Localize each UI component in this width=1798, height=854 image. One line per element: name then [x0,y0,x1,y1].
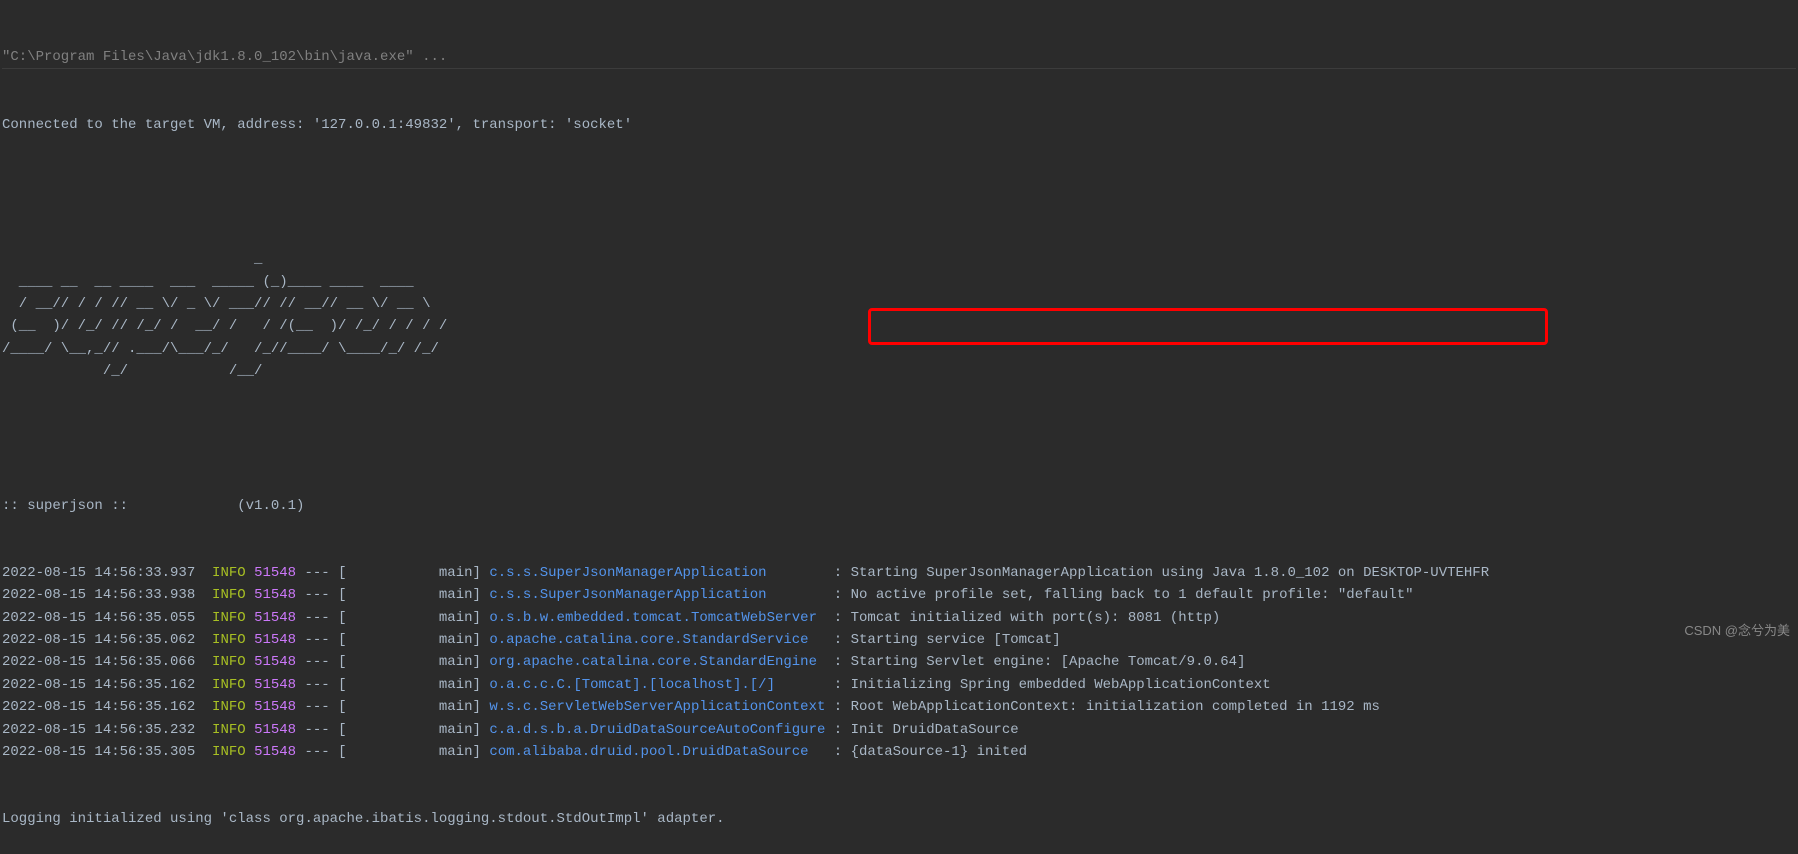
log-level: INFO [212,562,246,584]
log-pid: 51548 [254,696,296,718]
log-pid: 51548 [254,584,296,606]
log-line: 2022-08-15 14:56:33.937 INFO 51548 --- [… [2,562,1796,584]
log-timestamp: 2022-08-15 14:56:35.162 [2,674,195,696]
log-pid: 51548 [254,651,296,673]
log-level: INFO [212,584,246,606]
log-level: INFO [212,696,246,718]
log-separator: --- [ [296,719,439,741]
log-pid: 51548 [254,674,296,696]
log-timestamp: 2022-08-15 14:56:35.162 [2,696,195,718]
log-level: INFO [212,651,246,673]
log-message: Initializing Spring embedded WebApplicat… [851,674,1271,696]
log-separator: --- [ [296,607,439,629]
log-line: 2022-08-15 14:56:35.066 INFO 51548 --- [… [2,651,1796,673]
log-timestamp: 2022-08-15 14:56:35.305 [2,741,195,763]
log-line: 2022-08-15 14:56:35.162 INFO 51548 --- [… [2,696,1796,718]
log-line: 2022-08-15 14:56:35.232 INFO 51548 --- [… [2,719,1796,741]
log-pid: 51548 [254,741,296,763]
java-exe-path: "C:\Program Files\Java\jdk1.8.0_102\bin\… [2,46,1796,69]
log-separator: --- [ [296,674,439,696]
log-logger: c.a.d.s.b.a.DruidDataSourceAutoConfigure [489,719,825,741]
log-thread: main [439,741,473,763]
log-thread: main [439,607,473,629]
log-message: Starting SuperJsonManagerApplication usi… [851,562,1490,584]
log-level: INFO [212,719,246,741]
log-timestamp: 2022-08-15 14:56:33.938 [2,584,195,606]
log-message: Root WebApplicationContext: initializati… [851,696,1380,718]
log-line: 2022-08-15 14:56:35.055 INFO 51548 --- [… [2,607,1796,629]
log-line: 2022-08-15 14:56:35.305 INFO 51548 --- [… [2,741,1796,763]
log-separator: --- [ [296,584,439,606]
log-line: 2022-08-15 14:56:35.162 INFO 51548 --- [… [2,674,1796,696]
footer-line: Logging initialized using 'class org.apa… [2,808,1796,830]
log-pid: 51548 [254,562,296,584]
log-message: Starting Servlet engine: [Apache Tomcat/… [851,651,1246,673]
log-lines-container: 2022-08-15 14:56:33.937 INFO 51548 --- [… [2,562,1796,764]
log-message: No active profile set, falling back to 1… [851,584,1414,606]
log-message: {dataSource-1} inited [851,741,1027,763]
log-logger: w.s.c.ServletWebServerApplicationContext [489,696,825,718]
log-level: INFO [212,607,246,629]
log-separator: --- [ [296,562,439,584]
log-thread: main [439,674,473,696]
log-thread: main [439,562,473,584]
log-logger: org.apache.catalina.core.StandardEngine [489,651,825,673]
log-logger: com.alibaba.druid.pool.DruidDataSource [489,741,825,763]
log-timestamp: 2022-08-15 14:56:35.055 [2,607,195,629]
log-level: INFO [212,674,246,696]
log-timestamp: 2022-08-15 14:56:35.232 [2,719,195,741]
console-output[interactable]: "C:\Program Files\Java\jdk1.8.0_102\bin\… [0,0,1798,854]
log-logger: c.s.s.SuperJsonManagerApplication [489,562,825,584]
log-message: Init DruidDataSource [851,719,1019,741]
log-pid: 51548 [254,607,296,629]
log-timestamp: 2022-08-15 14:56:33.937 [2,562,195,584]
watermark: CSDN @念兮为美 [1684,621,1790,642]
vm-connection-line: Connected to the target VM, address: '12… [2,114,1796,136]
log-level: INFO [212,741,246,763]
log-thread: main [439,719,473,741]
log-line: 2022-08-15 14:56:33.938 INFO 51548 --- [… [2,584,1796,606]
blank-line [2,181,1796,203]
log-logger: o.s.b.w.embedded.tomcat.TomcatWebServer [489,607,825,629]
log-logger: o.a.c.c.C.[Tomcat].[localhost].[/] [489,674,825,696]
version-line: :: superjson :: (v1.0.1) [2,495,1796,517]
log-thread: main [439,696,473,718]
blank-line [2,427,1796,449]
log-separator: --- [ [296,696,439,718]
log-timestamp: 2022-08-15 14:56:35.066 [2,651,195,673]
ascii-banner: _ ____ __ __ ____ ___ _____ (_)____ ____… [2,248,1796,382]
log-pid: 51548 [254,719,296,741]
log-separator: --- [ [296,651,439,673]
log-separator: --- [ [296,741,439,763]
log-message: Tomcat initialized with port(s): 8081 (h… [851,607,1221,629]
log-logger: c.s.s.SuperJsonManagerApplication [489,584,825,606]
log-thread: main [439,651,473,673]
log-thread: main [439,584,473,606]
